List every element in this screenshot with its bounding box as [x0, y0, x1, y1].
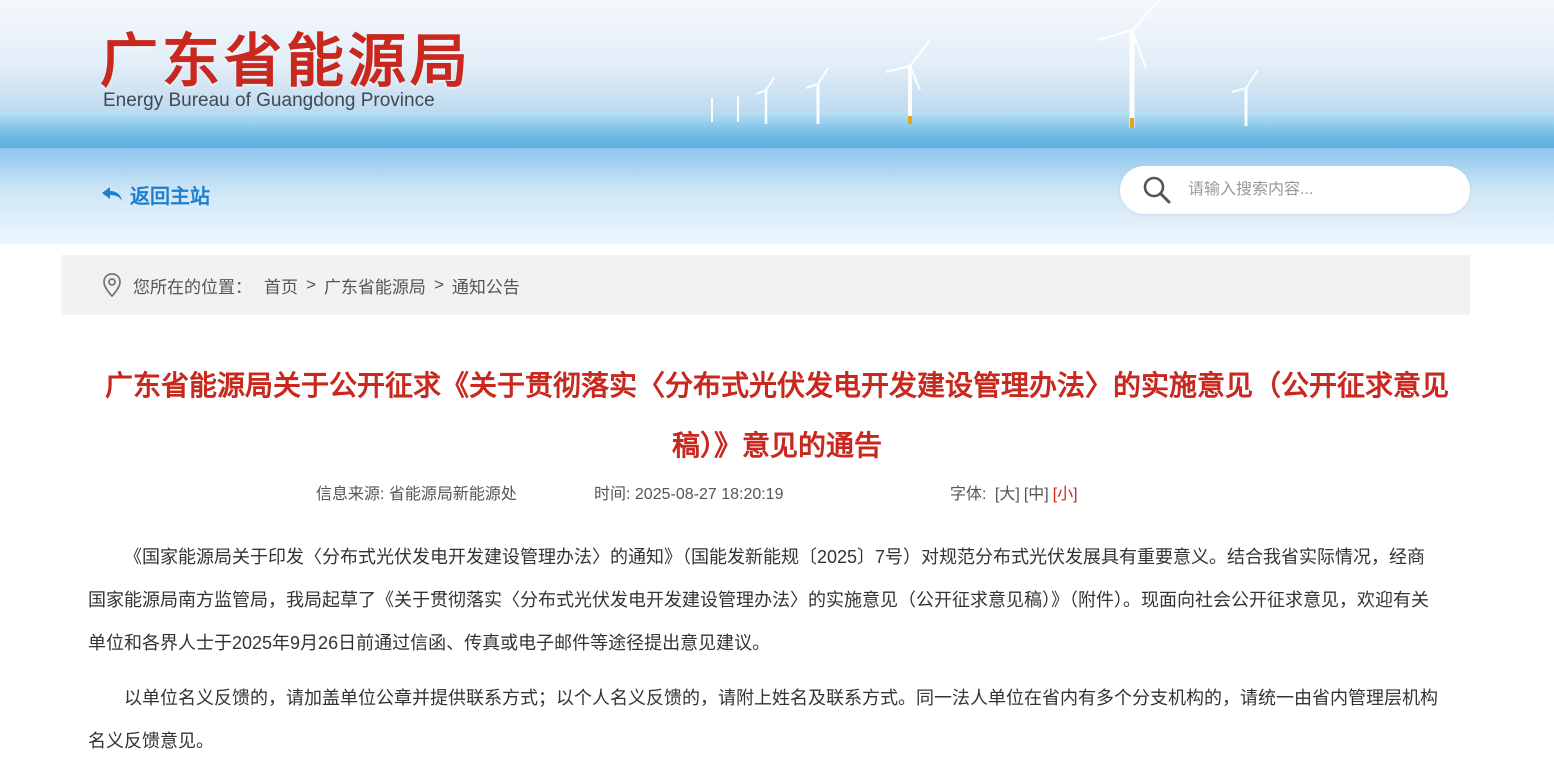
article-body: 《国家能源局关于印发〈分布式光伏发电开发建设管理办法〉的通知》（国能发新能规〔2… [88, 536, 1440, 775]
search-icon[interactable] [1142, 175, 1172, 205]
breadcrumb-label: 您所在的位置： [133, 277, 252, 297]
breadcrumb-separator: > [306, 275, 316, 294]
article-paragraph: 以单位名义反馈的，请加盖单位公章并提供联系方式；以个人名义反馈的，请附上姓名及联… [88, 688, 1438, 751]
source-value: 省能源局新能源处 [388, 486, 517, 503]
article-source: 信息来源: 省能源局新能源处 [316, 480, 517, 504]
breadcrumb-energy-bureau[interactable]: 广东省能源局 [324, 273, 426, 298]
font-label: 字体: [950, 486, 987, 503]
source-label: 信息来源: [316, 486, 385, 503]
breadcrumb: 您所在的位置： 首页 > 广东省能源局 > 通知公告 [61, 255, 1470, 315]
search-box[interactable] [1120, 166, 1470, 214]
back-link-label: 返回主站 [130, 185, 210, 208]
time-value: 2025-08-27 18:20:19 [634, 486, 784, 503]
search-input[interactable] [1188, 181, 1448, 199]
time-label: 时间: [594, 486, 631, 503]
header-banner: 广东省能源局 Energy Bureau of Guangdong Provin… [0, 0, 1554, 160]
site-subtitle: Energy Bureau of Guangdong Province [103, 90, 435, 111]
site-title: 广东省能源局 [100, 27, 473, 95]
article-title: 广东省能源局关于公开征求《关于贯彻落实〈分布式光伏发电开发建设管理办法〉的实施意… [104, 370, 1449, 461]
breadcrumb-home[interactable]: 首页 [264, 273, 298, 298]
font-medium-button[interactable]: [中] [1024, 486, 1049, 503]
article-paragraph: 《国家能源局关于印发〈分布式光伏发电开发建设管理办法〉的通知》（国能发新能规〔2… [88, 547, 1429, 653]
font-size-switcher: 字体: [大] [中] [小] [950, 480, 1078, 504]
article-time: 时间: 2025-08-27 18:20:19 [594, 480, 783, 504]
font-small-button[interactable]: [小] [1053, 486, 1078, 503]
back-to-main-link[interactable]: 返回主站 [100, 180, 210, 208]
font-large-button[interactable]: [大] [995, 486, 1020, 503]
location-pin-icon [103, 273, 121, 298]
breadcrumb-separator: > [433, 275, 444, 294]
back-arrow-icon [102, 187, 122, 201]
article-meta: 信息来源: 省能源局新能源处 时间: 2025-08-27 18:20:19 字… [0, 480, 1554, 504]
breadcrumb-notices[interactable]: 通知公告 [452, 273, 520, 298]
